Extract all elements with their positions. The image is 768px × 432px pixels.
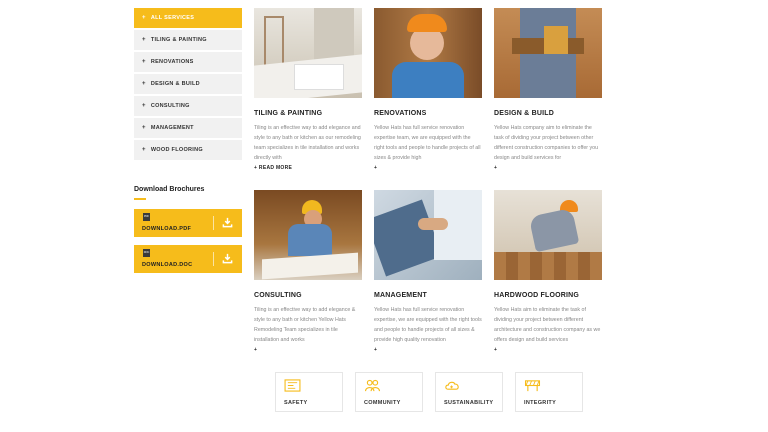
sidebar-item-label: TILING & PAINTING	[150, 37, 207, 43]
feature-sustainability[interactable]: SUSTAINABILITY	[435, 372, 503, 412]
service-description: Tiling is an effective way to add elegan…	[254, 307, 356, 343]
sidebar-item-tiling-painting[interactable]: + TILING & PAINTING	[134, 30, 242, 50]
download-doc-button[interactable]: DOC DOWNLOAD.DOC	[134, 245, 242, 273]
feature-label: INTEGRITY	[524, 400, 557, 406]
feature-label: COMMUNITY	[364, 400, 401, 406]
plus-icon: +	[142, 59, 146, 65]
read-more-link[interactable]: +	[494, 347, 602, 353]
feature-label: SUSTAINABILITY	[444, 400, 494, 406]
sidebar-item-label: MANAGEMENT	[150, 125, 194, 131]
sidebar-item-consulting[interactable]: + CONSULTING	[134, 96, 242, 116]
service-card-renovations: RENOVATIONS Yellow Hats has full service…	[374, 8, 482, 171]
sidebar-item-design-build[interactable]: + DESIGN & BUILD	[134, 74, 242, 94]
title-underline	[134, 198, 146, 200]
download-icon	[222, 217, 233, 228]
service-card-management: MANAGEMENT Yellow Hats has full service …	[374, 190, 482, 353]
management-photo[interactable]	[374, 190, 482, 280]
brochures-section: Download Brochures PDF DOWNLOAD.PDF DOC …	[134, 186, 242, 281]
doc-file-icon: DOC	[143, 249, 150, 257]
divider	[213, 252, 214, 266]
plus-icon: +	[142, 103, 146, 109]
plus-icon: +	[142, 147, 146, 153]
read-more-link[interactable]: +	[374, 165, 482, 171]
download-label: DOWNLOAD.DOC	[142, 262, 193, 268]
sidebar-item-label: ALL SERVICES	[150, 15, 195, 21]
service-card-design-build: DESIGN & BUILD Yellow Hats company aim t…	[494, 8, 602, 171]
sidebar-item-all-services[interactable]: + ALL SERVICES	[134, 8, 242, 28]
sidebar-item-wood-flooring[interactable]: + WOOD FLOORING	[134, 140, 242, 160]
pdf-file-icon: PDF	[143, 213, 150, 221]
service-card-hardwood-flooring: HARDWOOD FLOORING Yellow Hats aim to eli…	[494, 190, 602, 353]
read-more-link[interactable]: +	[254, 347, 362, 353]
construction-barrier-icon	[524, 380, 541, 392]
read-more-link[interactable]: +	[374, 347, 482, 353]
sidebar-item-label: DESIGN & BUILD	[150, 81, 200, 87]
plus-icon: +	[142, 37, 146, 43]
sidebar-item-label: CONSULTING	[150, 103, 190, 109]
download-label: DOWNLOAD.PDF	[142, 226, 192, 232]
people-icon	[364, 379, 381, 392]
service-title: CONSULTING	[254, 292, 302, 299]
read-more-link[interactable]: +	[494, 165, 602, 171]
service-title: HARDWOOD FLOORING	[494, 292, 580, 299]
service-title: DESIGN & BUILD	[494, 110, 554, 117]
services-sidebar: + ALL SERVICES + TILING & PAINTING + REN…	[134, 8, 242, 162]
sidebar-item-label: WOOD FLOORING	[150, 147, 203, 153]
feature-safety[interactable]: SAFETY	[275, 372, 343, 412]
sidebar-item-renovations[interactable]: + RENOVATIONS	[134, 52, 242, 72]
service-title: TILING & PAINTING	[254, 110, 323, 117]
feature-community[interactable]: COMMUNITY	[355, 372, 423, 412]
plus-icon: +	[142, 125, 146, 131]
read-more-link[interactable]: + READ MORE	[254, 165, 362, 171]
service-description: Yellow Hats has full service renovation …	[374, 307, 482, 343]
service-description: Yellow Hats company aim to eliminate the…	[494, 125, 599, 161]
consulting-photo[interactable]	[254, 190, 362, 280]
service-title: MANAGEMENT	[374, 292, 427, 299]
service-title: RENOVATIONS	[374, 110, 427, 117]
service-description: Yellow Hats has full service renovation …	[374, 125, 481, 161]
divider	[213, 216, 214, 230]
service-card-tiling-painting: TILING & PAINTING Tiling is an effective…	[254, 8, 362, 171]
blueprint-icon	[284, 379, 301, 392]
download-icon	[222, 253, 233, 264]
design-build-photo[interactable]	[494, 8, 602, 98]
download-pdf-button[interactable]: PDF DOWNLOAD.PDF	[134, 209, 242, 237]
sidebar-item-management[interactable]: + MANAGEMENT	[134, 118, 242, 138]
sidebar-item-label: RENOVATIONS	[150, 59, 194, 65]
tiling-painting-photo[interactable]	[254, 8, 362, 98]
service-description: Tiling is an effective way to add elegan…	[254, 125, 361, 161]
plus-icon: +	[142, 15, 146, 21]
renovations-photo[interactable]	[374, 8, 482, 98]
service-card-consulting: CONSULTING Tiling is an effective way to…	[254, 190, 362, 353]
brochures-title: Download Brochures	[134, 186, 205, 193]
service-description: Yellow Hats aim to eliminate the task of…	[494, 307, 601, 343]
plus-icon: +	[142, 81, 146, 87]
feature-label: SAFETY	[284, 400, 308, 406]
feature-integrity[interactable]: INTEGRITY	[515, 372, 583, 412]
eco-cloud-icon	[445, 381, 459, 390]
hardwood-flooring-photo[interactable]	[494, 190, 602, 280]
